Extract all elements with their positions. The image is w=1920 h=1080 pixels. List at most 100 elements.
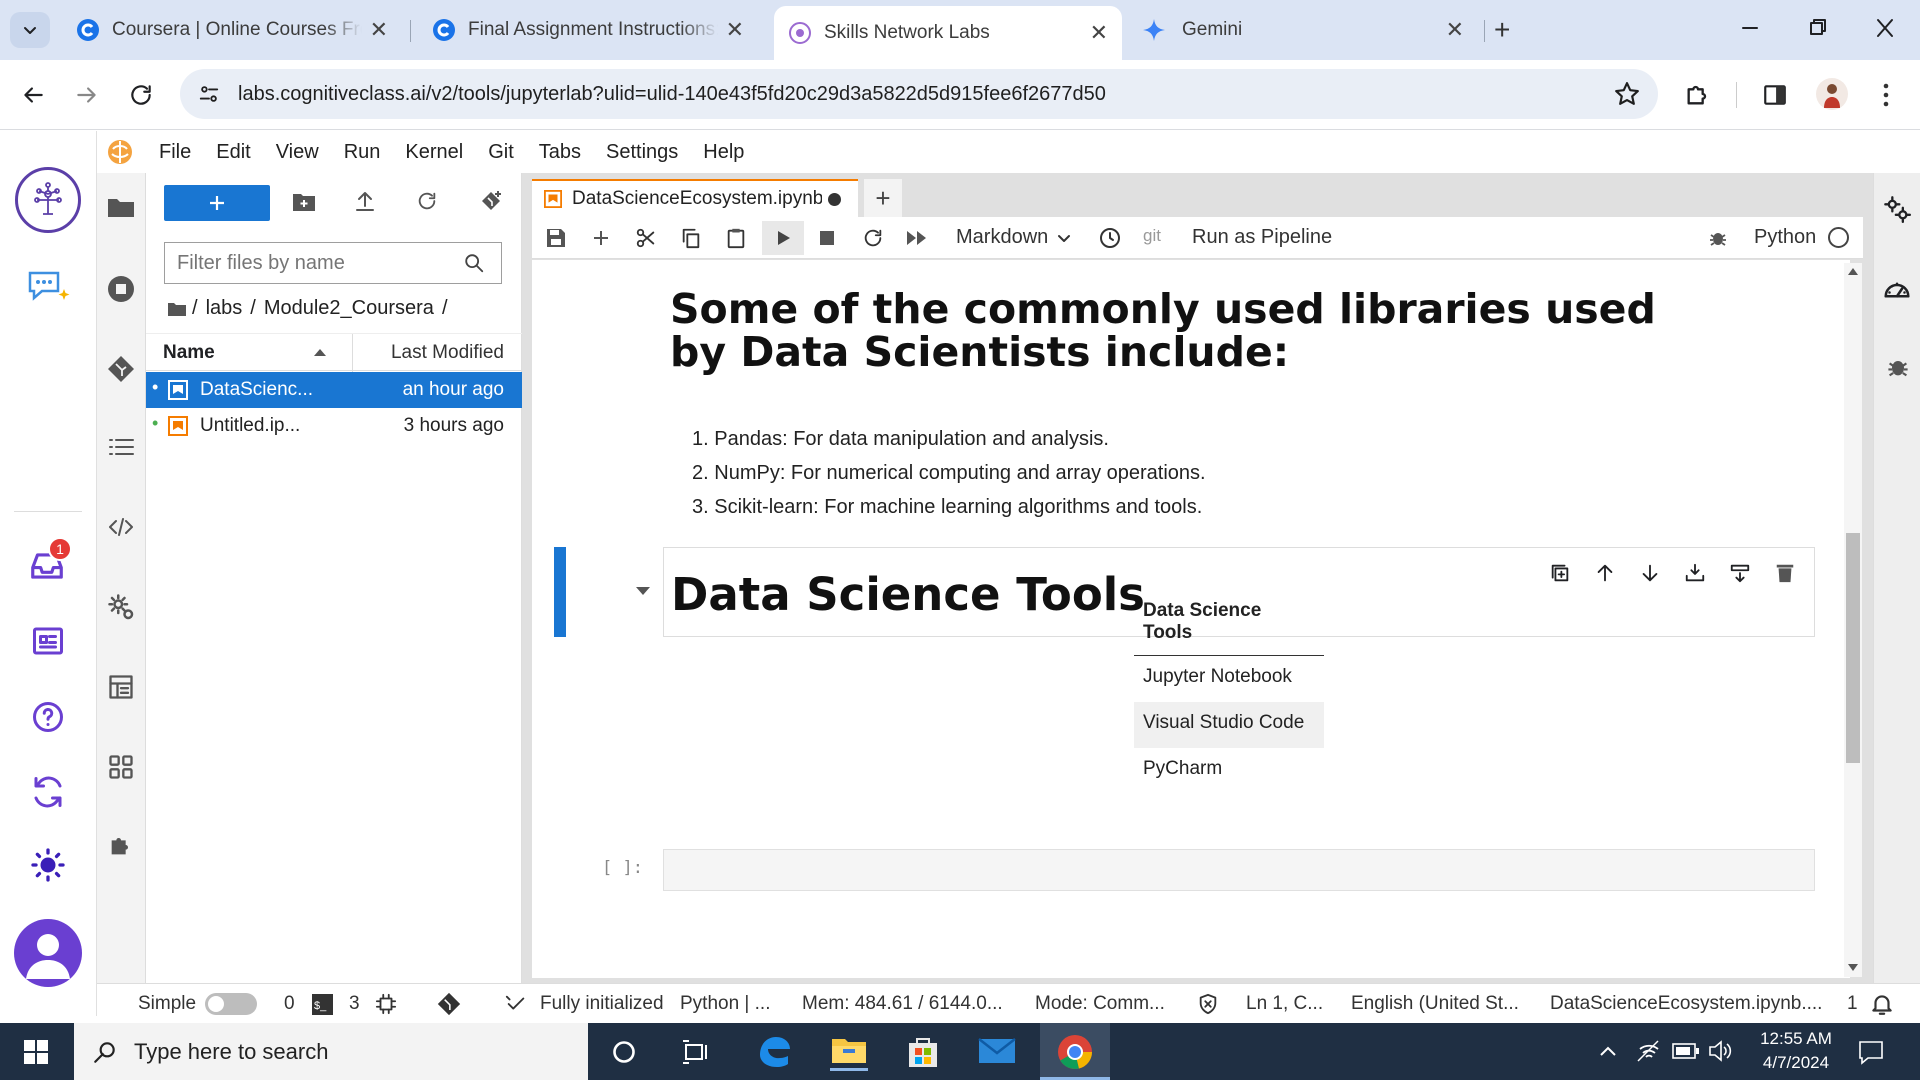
insert-below-icon[interactable] — [1729, 562, 1751, 584]
new-tab-button[interactable]: + — [1494, 14, 1510, 46]
new-tab-button[interactable]: + — [864, 179, 902, 217]
resource-gauge-icon[interactable] — [1882, 275, 1912, 305]
kernel-count[interactable]: 3 — [349, 993, 360, 1015]
extension-manager-tab[interactable] — [107, 831, 135, 859]
url-omnibox[interactable]: labs.cognitiveclass.ai/v2/tools/jupyterl… — [180, 69, 1658, 119]
close-tab-icon[interactable]: ✕ — [370, 17, 388, 43]
empty-code-cell[interactable] — [663, 849, 1815, 891]
system-clock[interactable]: 12:55 AM 4/7/2024 — [1748, 1027, 1844, 1075]
running-sessions-tab[interactable] — [107, 275, 135, 303]
taskbar-search-box[interactable]: Type here to search — [74, 1023, 588, 1080]
git-diamond-icon[interactable] — [437, 992, 461, 1016]
notebook-scrollbar[interactable] — [1844, 263, 1862, 977]
restore-window-button[interactable] — [1802, 16, 1832, 40]
close-tab-icon[interactable]: ✕ — [726, 17, 744, 43]
battery-icon[interactable] — [1672, 1042, 1700, 1060]
menu-run[interactable]: Run — [344, 141, 381, 164]
paste-icon[interactable] — [725, 227, 747, 249]
sync-button[interactable] — [30, 774, 66, 810]
taskbar-chrome-app[interactable] — [1040, 1023, 1110, 1080]
taskbar-mail-app[interactable] — [978, 1035, 1016, 1069]
file-browser-tab[interactable] — [107, 195, 135, 219]
wifi-icon[interactable] — [1636, 1039, 1662, 1063]
close-tab-icon[interactable]: ✕ — [1090, 20, 1108, 46]
back-button[interactable] — [20, 82, 46, 108]
cortana-circle-icon[interactable] — [612, 1040, 636, 1064]
move-down-arrow-icon[interactable] — [1639, 562, 1661, 584]
unsaved-dot-icon[interactable] — [828, 192, 841, 206]
taskbar-store-app[interactable] — [904, 1033, 942, 1071]
clock-icon[interactable] — [1098, 226, 1122, 250]
tab-list-dropdown-button[interactable] — [10, 12, 50, 48]
save-icon[interactable] — [546, 228, 566, 248]
duplicate-cell-icon[interactable] — [1549, 562, 1571, 584]
browser-tab-skills-network[interactable]: Skills Network Labs ✕ — [774, 6, 1122, 60]
browser-tab-final-assignment[interactable]: Final Assignment Instructions: C ✕ — [418, 8, 758, 52]
git-clone-button[interactable] — [479, 189, 503, 213]
profile-avatar[interactable] — [1816, 78, 1848, 110]
show-hidden-icons-chevron-up-icon[interactable] — [1598, 1043, 1618, 1059]
ai-chat-button[interactable] — [26, 267, 72, 307]
action-center-notification-icon[interactable] — [1858, 1039, 1884, 1065]
notebook-tab[interactable]: DataScienceEcosystem.ipynb — [532, 179, 858, 217]
close-tab-icon[interactable]: ✕ — [1446, 17, 1464, 43]
debugger-bug-icon[interactable] — [1886, 355, 1910, 379]
browser-tab-coursera[interactable]: Coursera | Online Courses From ✕ — [62, 8, 402, 52]
display-language[interactable]: English (United St... — [1351, 993, 1519, 1015]
browser-tab-gemini[interactable]: Gemini ✕ — [1128, 8, 1478, 52]
inbox-button[interactable]: 1 — [28, 537, 72, 585]
collapse-heading-caret-icon[interactable] — [635, 586, 651, 596]
speaker-volume-icon[interactable] — [1708, 1039, 1734, 1063]
extension-components-tab[interactable] — [107, 753, 135, 781]
last-modified-column-header[interactable]: Last Modified — [391, 342, 504, 364]
new-folder-button[interactable] — [292, 191, 316, 213]
minimize-window-button[interactable] — [1735, 16, 1765, 40]
scroll-up-arrow-icon[interactable] — [1848, 267, 1858, 275]
side-panel-button[interactable] — [1762, 82, 1788, 108]
simple-mode-toggle[interactable] — [205, 993, 257, 1015]
cut-icon[interactable] — [635, 227, 657, 249]
help-button[interactable] — [30, 699, 66, 735]
trusted-shield-icon[interactable] — [1197, 992, 1219, 1016]
theme-toggle-button[interactable] — [30, 847, 66, 883]
taskbar-edge-app[interactable] — [756, 1033, 794, 1071]
elyra-catalog-tab[interactable] — [107, 673, 135, 701]
run-as-pipeline-button[interactable]: Run as Pipeline — [1192, 226, 1332, 249]
menu-settings[interactable]: Settings — [606, 141, 678, 164]
browser-menu-button[interactable] — [1880, 80, 1892, 110]
insert-cell-icon[interactable] — [591, 228, 611, 248]
notification-bell-icon[interactable] — [1869, 991, 1895, 1017]
file-filter-box[interactable] — [164, 242, 502, 284]
file-filter-input[interactable] — [177, 251, 457, 275]
task-view-icon[interactable] — [682, 1039, 710, 1065]
breadcrumb-labs[interactable]: labs — [206, 297, 243, 320]
debugger-bug-icon[interactable] — [1708, 228, 1728, 248]
file-row[interactable]: • DataScienc... an hour ago — [146, 372, 522, 408]
user-account-avatar[interactable] — [14, 919, 82, 987]
site-info-icon[interactable] — [198, 83, 220, 105]
new-launcher-button[interactable] — [164, 185, 270, 221]
close-window-button[interactable] — [1870, 16, 1900, 40]
insert-above-icon[interactable] — [1684, 562, 1706, 584]
code-snippets-tab[interactable] — [107, 515, 135, 539]
notebook-content[interactable]: Some of the commonly used libraries used… — [532, 260, 1850, 978]
delete-cell-trash-icon[interactable] — [1774, 562, 1796, 584]
git-label[interactable]: git — [1143, 226, 1161, 246]
kernel-status-text[interactable]: Python | ... — [680, 993, 770, 1015]
cursor-position[interactable]: Ln 1, C... — [1246, 993, 1323, 1015]
fast-forward-icon[interactable] — [906, 230, 928, 246]
windows-start-icon[interactable] — [24, 1040, 48, 1064]
cell-type-dropdown[interactable]: Markdown — [956, 226, 1072, 249]
taskbar-file-explorer-app[interactable] — [830, 1033, 868, 1071]
bookmark-star-icon[interactable] — [1614, 81, 1640, 107]
copy-icon[interactable] — [680, 227, 702, 249]
menu-edit[interactable]: Edit — [216, 141, 250, 164]
table-of-contents-tab[interactable] — [107, 435, 135, 459]
upload-button[interactable] — [354, 189, 376, 213]
forward-button[interactable] — [74, 82, 100, 108]
refresh-file-list-button[interactable] — [416, 190, 438, 212]
property-inspector-tab[interactable] — [107, 593, 137, 623]
kernel-name[interactable]: Python — [1754, 226, 1816, 249]
scroll-down-arrow-icon[interactable] — [1848, 964, 1858, 972]
name-column-header[interactable]: Name — [163, 342, 353, 364]
